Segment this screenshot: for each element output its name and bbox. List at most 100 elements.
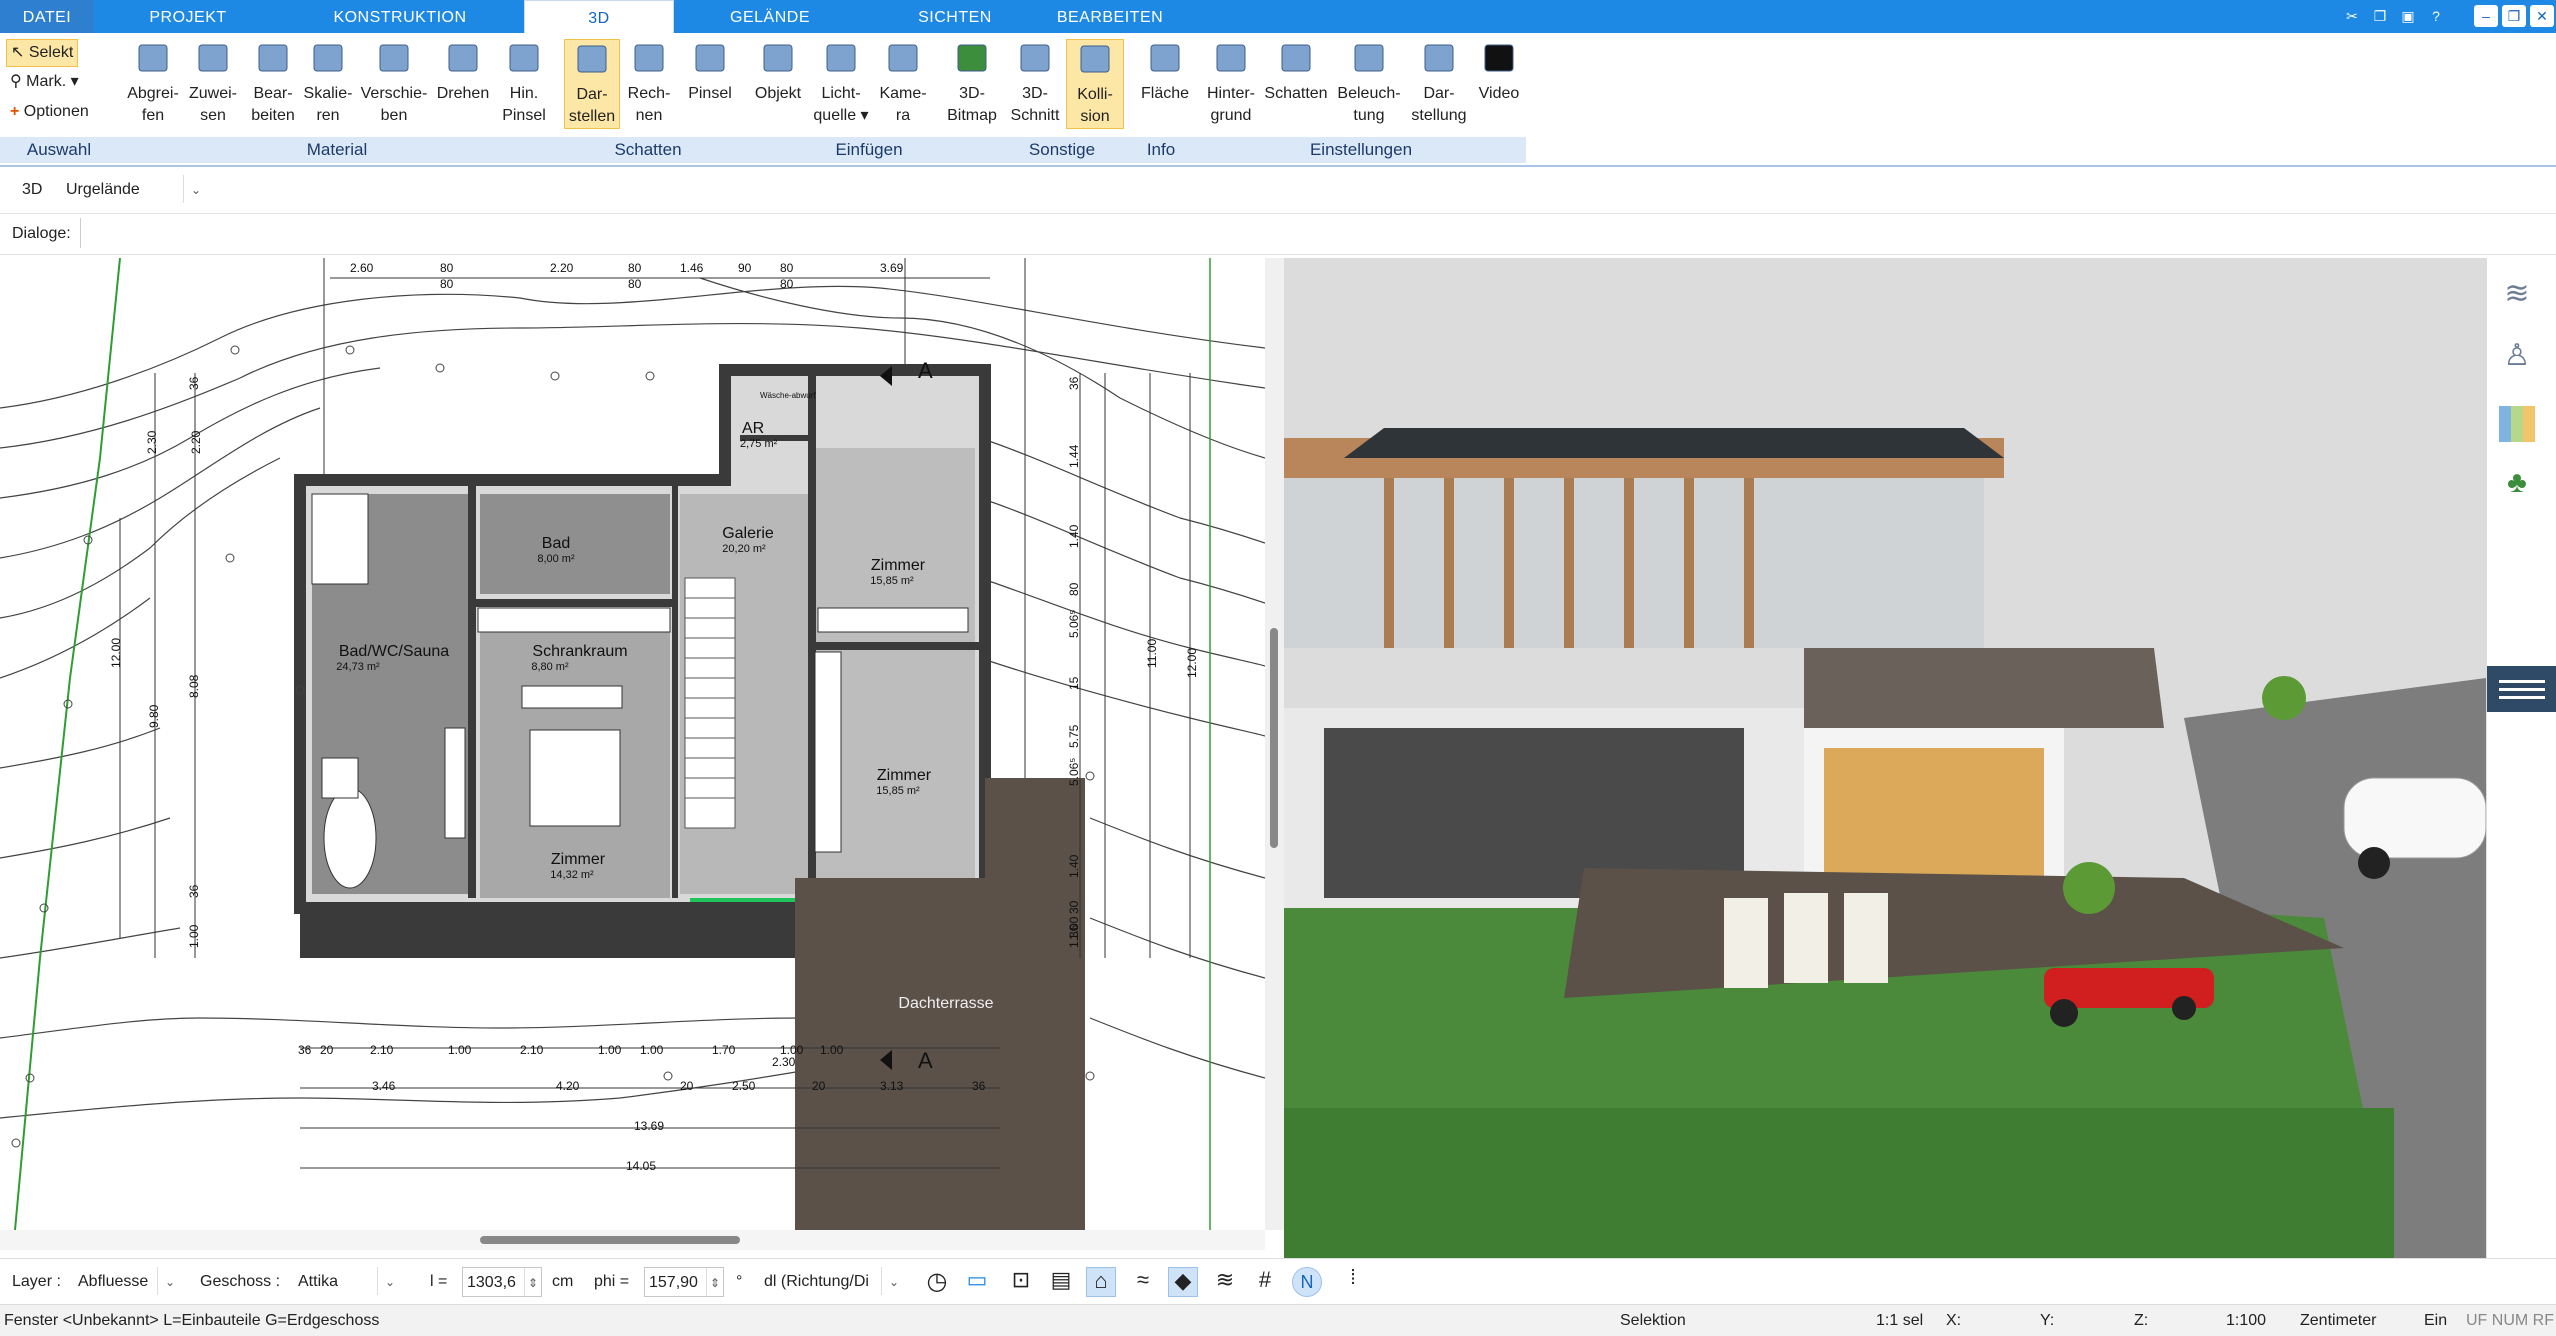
dimension-label: 5.06⁵ [1067,758,1081,786]
ribbon-button-shadow-brush[interactable]: Pinsel [680,39,740,105]
ribbon-button-move[interactable]: Verschie-ben [358,39,430,127]
info-icon[interactable]: ⁞ [1338,1267,1368,1297]
plane-icon[interactable]: ◆ [1168,1267,1198,1297]
ribbon-button-monitor[interactable]: Dar-stellung [1408,39,1470,127]
floor-plan-canvas[interactable]: Bad 8,00 m² Galerie 20,20 m² Zimmer 15,8… [0,258,1265,1230]
ribbon-button-rotate[interactable]: Drehen [432,39,494,105]
camera-icon[interactable]: ⊡ [1006,1267,1036,1297]
ribbon-button-section[interactable]: 3D- Schnitt [1004,39,1066,127]
ribbon-button-assign-material[interactable]: Zuwei-sen [184,39,242,127]
length-input[interactable]: 1303,6 ⇕ [462,1267,542,1297]
clock-icon[interactable]: ◷ [922,1267,952,1297]
monitor-icon[interactable]: ▭ [962,1267,992,1297]
ribbon-button-label: Fläche [1140,85,1190,102]
dimension-label: 11.00 [1145,639,1159,668]
tab-datei[interactable]: DATEI [0,0,94,33]
chair-icon[interactable]: ♙ [2497,338,2537,378]
print-icon[interactable]: ▣ [2396,5,2420,27]
menu-icon[interactable] [2487,666,2556,712]
dimension-label: 80 [1067,582,1081,596]
close-icon[interactable]: ✕ [2530,5,2554,27]
3d-view[interactable] [1284,258,2486,1260]
plan-vertical-scrollbar[interactable] [1265,258,1284,1230]
tab-konstruktion[interactable]: KONSTRUKTION [320,0,480,33]
dimension-label: 4.20 [556,1079,580,1093]
dimension-label: 80 [628,261,642,275]
spinner-icon[interactable]: ⇕ [524,1268,541,1296]
material-palette-icon[interactable] [2499,406,2535,442]
status-scale: 1:100 [2226,1312,2267,1329]
ribbon-button-label: stellen [568,108,616,125]
tab-sichten[interactable]: SICHTEN [890,0,1020,33]
3d-render[interactable] [1284,258,2486,1260]
phi-input[interactable]: 157,90 ⇕ [644,1267,724,1297]
layers-icon[interactable]: ▤ [1046,1267,1076,1297]
ribbon-button-label: Verschie- [360,85,428,102]
group-schatten: Schatten [556,137,742,163]
ribbon-button-background[interactable]: Hinter-grund [1200,39,1262,127]
scrollbar-thumb[interactable] [1270,628,1278,848]
area-icon [1143,39,1187,79]
texture-icon[interactable]: ≈ [1128,1267,1158,1297]
ribbon-button-scale[interactable]: Skalie-ren [300,39,356,127]
tab-projekt[interactable]: PROJEKT [128,0,248,33]
ribbon-button-play[interactable]: Video [1472,39,1526,105]
ribbon-button-label: tung [1353,107,1385,124]
ribbon-button-label: Objekt [754,85,802,102]
section-label: A [918,358,933,383]
ribbon-button-lightbulb[interactable]: Licht-quelle ▾ [810,39,872,127]
layer-select[interactable]: Abfluesse ⌄ [70,1267,182,1297]
ribbon-button-house-shadow[interactable]: Schatten [1262,39,1330,105]
scale-icon [306,39,350,79]
scrollbar-thumb[interactable] [480,1236,740,1244]
ribbon-button-label: Dar- [1423,85,1455,102]
surface-icon[interactable]: ≋ [1210,1267,1240,1297]
ribbon-button-tree[interactable]: 3D- Bitmap [940,39,1004,127]
room-name: Bad/WC/Sauna [339,643,449,660]
dimension-label: 3.69 [880,261,904,275]
ribbon-button-camera[interactable]: Kame-ra [872,39,934,127]
tab-gelaende[interactable]: GELÄNDE [700,0,840,33]
floor-select[interactable]: Attika ⌄ [290,1267,402,1297]
help-icon[interactable]: ? [2424,5,2448,27]
tools-icon[interactable]: ✂ [2340,5,2364,27]
minimize-icon[interactable]: – [2474,5,2498,27]
roof-icon[interactable]: ⌂ [1086,1267,1116,1297]
ribbon-button-chair[interactable]: Objekt [746,39,810,105]
tree-icon[interactable]: ♣ [2497,466,2537,506]
select-button[interactable]: ↖ Selekt [6,39,79,67]
ribbon-button-shadow-display[interactable]: Dar-stellen [564,39,620,129]
layers-icon[interactable]: ≋ [2497,276,2537,316]
direction-select[interactable]: dl (Richtung/Di ⌄ [756,1267,906,1297]
tab-3d[interactable]: 3D [524,0,674,34]
tab-bearbeiten[interactable]: BEARBEITEN [1050,0,1170,33]
dimension-label: 13.69 [634,1119,664,1133]
room-area: 8,00 m² [537,553,575,565]
rotate-icon [441,39,485,79]
ribbon-button-area[interactable]: Fläche [1134,39,1196,105]
ribbon-button-collision[interactable]: Kolli-sion [1066,39,1124,129]
plan-horizontal-scrollbar[interactable] [0,1230,1265,1250]
dimension-label: 1.44 [1067,444,1081,468]
ribbon-button-calculate[interactable]: Rech-nen [620,39,678,127]
copy-icon[interactable]: ❐ [2368,5,2392,27]
chevron-down-icon: ⌄ [377,1267,402,1295]
options-button[interactable]: + Optionen [6,99,93,125]
dimension-label: 12.00 [1185,648,1199,678]
spinner-icon[interactable]: ⇕ [706,1268,723,1296]
mark-button[interactable]: ⚲ Mark. ▾ [6,69,83,95]
grid-icon[interactable]: # [1250,1267,1280,1297]
eyedropper-icon [131,39,175,79]
phi-unit: ° [736,1273,743,1290]
dimension-label: 36 [298,1043,312,1057]
ribbon-button-house-light[interactable]: Beleuch-tung [1330,39,1408,127]
ribbon-button-edit-material[interactable]: Bear-beiten [244,39,302,127]
dimension-label: 3.46 [372,1079,396,1093]
ribbon-button-brush[interactable]: Hin. Pinsel [494,39,554,127]
floor-plan-view[interactable]: Bad 8,00 m² Galerie 20,20 m² Zimmer 15,8… [0,258,1266,1230]
room-area: 24,73 m² [336,661,380,673]
north-icon[interactable]: N [1292,1267,1322,1297]
restore-icon[interactable]: ❐ [2502,5,2526,27]
ribbon-button-eyedropper[interactable]: Abgrei-fen [122,39,184,127]
terrain-select[interactable]: Urgelände ⌄ [58,175,208,205]
